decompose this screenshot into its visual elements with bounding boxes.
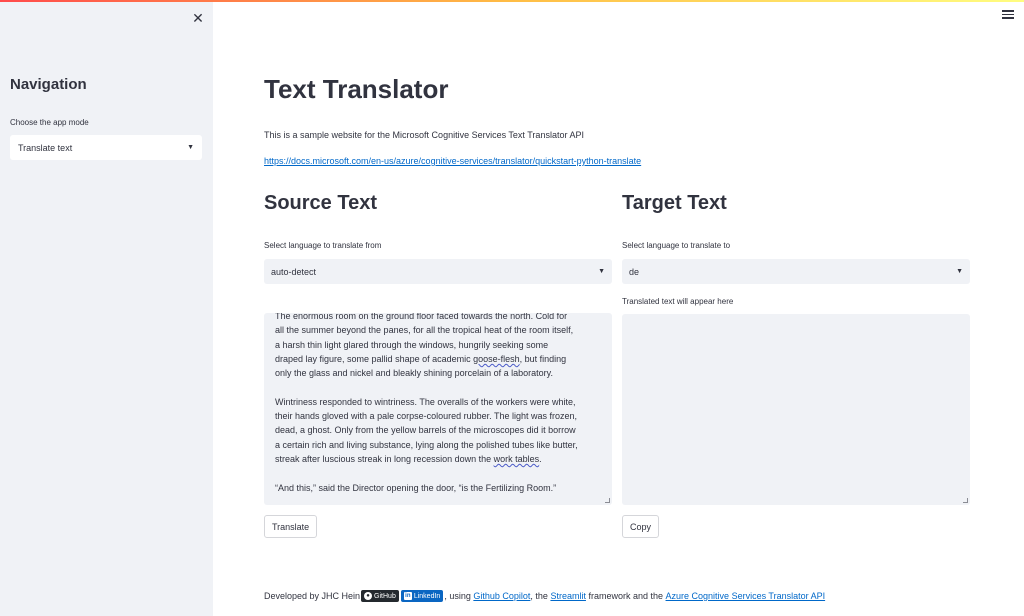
source-heading: Source Text: [264, 192, 377, 214]
source-line: dead, a ghost. Only from the yellow barr…: [275, 425, 576, 436]
source-lang-select[interactable]: auto-detect ▼: [264, 259, 612, 284]
resize-handle-icon[interactable]: [963, 498, 968, 503]
page-description: This is a sample website for the Microso…: [264, 130, 584, 140]
sidebar: ✕ Navigation Choose the app mode Transla…: [0, 2, 213, 616]
translate-button[interactable]: Translate: [264, 515, 318, 538]
footer-prefix: Developed by JHC Hein: [264, 591, 361, 601]
target-lang-label: Select language to translate to: [622, 241, 731, 250]
target-text-area[interactable]: [622, 314, 970, 505]
page-title: Text Translator: [264, 74, 449, 104]
source-lang-label: Select language to translate from: [264, 241, 382, 250]
source-line: all the summer beyond the panes, for all…: [275, 325, 574, 336]
source-line: a certain rich and living substance, lyi…: [275, 439, 578, 450]
footer-using: , using: [444, 591, 471, 601]
source-line: a harsh thin light glared through the wi…: [275, 339, 549, 350]
github-badge[interactable]: ● GitHub: [361, 590, 399, 602]
hamburger-menu-icon[interactable]: [1002, 10, 1014, 20]
app-mode-select[interactable]: Translate text ▼: [10, 135, 202, 160]
source-line: their hands gloved with a pale corpse-co…: [275, 411, 578, 422]
docs-link[interactable]: https://docs.microsoft.com/en-us/azure/c…: [264, 156, 641, 166]
copilot-link[interactable]: Github Copilot: [473, 591, 530, 601]
linkedin-badge[interactable]: in LinkedIn: [400, 590, 444, 602]
source-line: The enormous room on the ground floor fa…: [275, 313, 568, 321]
target-heading: Target Text: [622, 192, 727, 214]
sidebar-title: Navigation: [10, 76, 87, 93]
target-text-label: Translated text will appear here: [622, 297, 734, 306]
source-lang-value: auto-detect: [271, 266, 317, 277]
github-icon: ●: [364, 592, 373, 600]
footer-framework: framework and the: [588, 591, 664, 601]
resize-handle-icon[interactable]: [605, 498, 610, 503]
footer-the: , the: [530, 591, 548, 601]
target-lang-value: de: [629, 266, 640, 277]
azure-link[interactable]: Azure Cognitive Services Translator API: [666, 591, 826, 601]
linkedin-icon: in: [403, 592, 412, 600]
close-icon[interactable]: ✕: [190, 10, 206, 26]
footer: Developed by JHC Hein ● GitHub in LinkedIn…: [264, 590, 825, 602]
source-line: only the glass and nickel and bleakly sh…: [275, 368, 554, 379]
target-lang-select[interactable]: de ▼: [622, 259, 970, 284]
source-line: streak after luscious streak in long rec…: [275, 453, 542, 464]
streamlit-link[interactable]: Streamlit: [550, 591, 586, 601]
copy-button[interactable]: Copy: [622, 515, 660, 538]
app-mode-value: Translate text: [18, 142, 73, 153]
chevron-down-icon: ▼: [187, 144, 194, 151]
chevron-down-icon: ▼: [598, 268, 605, 275]
source-line: Wintriness responded to wintriness. The …: [275, 396, 576, 407]
source-text-area[interactable]: The enormous room on the ground floor fa…: [264, 313, 612, 505]
chevron-down-icon: ▼: [956, 268, 963, 275]
source-line: “And this,” said the Director opening th…: [275, 482, 557, 493]
source-line: draped lay figure, some pallid shape of …: [275, 353, 567, 364]
app-mode-label: Choose the app mode: [10, 118, 89, 127]
